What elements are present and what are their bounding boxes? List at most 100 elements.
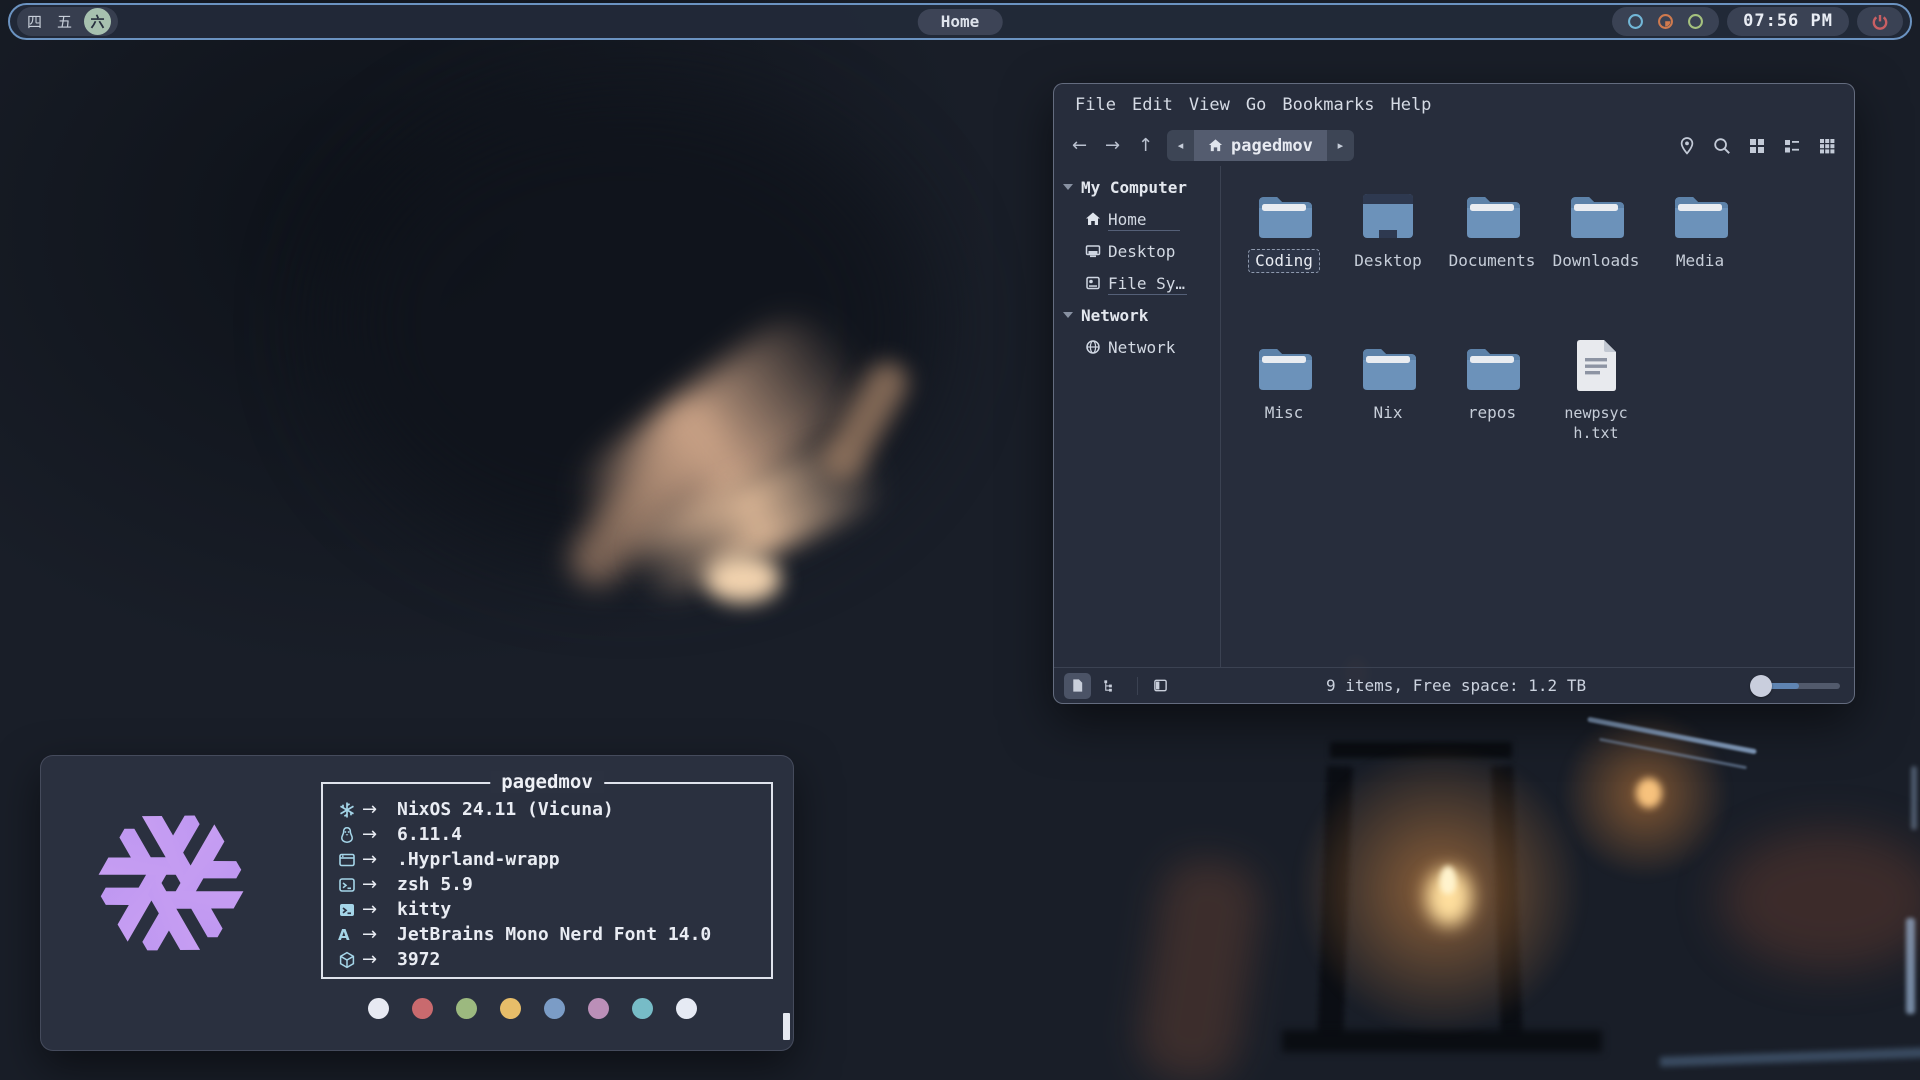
- menu-edit[interactable]: Edit: [1124, 95, 1181, 115]
- home-icon: [1208, 138, 1223, 153]
- palette-dot: [588, 998, 609, 1019]
- sidebar-section-network[interactable]: Network: [1054, 299, 1220, 331]
- fetch-row-os: → NixOS 24.11 (Vicuna): [338, 797, 771, 822]
- path-bar: ◂ pagedmov ▸: [1167, 130, 1354, 161]
- palette-dot: [412, 998, 433, 1019]
- palette-dot: [456, 998, 477, 1019]
- zoom-slider[interactable]: [1761, 683, 1840, 689]
- power-icon: [1871, 13, 1889, 31]
- arrow-icon: →: [362, 849, 397, 870]
- fetch-row-font: A → JetBrains Mono Nerd Font 14.0: [338, 922, 771, 947]
- file-item-documents[interactable]: Documents: [1440, 178, 1544, 330]
- sidebar-item-desktop[interactable]: Desktop: [1054, 235, 1220, 267]
- status-bar: 9 items, Free space: 1.2 TB: [1054, 667, 1854, 703]
- kernel-icon: [338, 826, 356, 844]
- fetch-row-shell: → zsh 5.9: [338, 872, 771, 897]
- desktop: 四 五 六 Home 07:56 PM File Edit View Go Bo…: [0, 0, 1920, 1080]
- forward-button[interactable]: →: [1096, 131, 1129, 161]
- grid-view-icon: [1747, 136, 1767, 156]
- font-icon: A: [338, 926, 362, 944]
- file-item-desktop[interactable]: Desktop: [1336, 178, 1440, 330]
- separator: [1137, 677, 1138, 695]
- fetch-row-kernel: → 6.11.4: [338, 822, 771, 847]
- palette-dot: [368, 998, 389, 1019]
- menu-help[interactable]: Help: [1382, 95, 1439, 115]
- terminal-color-palette: [368, 998, 697, 1019]
- menu-view[interactable]: View: [1181, 95, 1238, 115]
- file-item-media[interactable]: Media: [1648, 178, 1752, 330]
- fetch-info-box: pagedmov → NixOS 24.11 (Vicuna) → 6.11.4…: [321, 782, 773, 979]
- terminal-cursor: [783, 1013, 790, 1040]
- folder-icon: [1568, 192, 1624, 240]
- collapse-triangle-icon: [1063, 312, 1073, 318]
- menu-go[interactable]: Go: [1238, 95, 1274, 115]
- menu-file[interactable]: File: [1067, 95, 1124, 115]
- arrow-icon: →: [362, 924, 397, 945]
- search-icon: [1712, 136, 1732, 156]
- desktop-icon: [1085, 243, 1101, 259]
- up-button[interactable]: ↑: [1129, 131, 1162, 161]
- show-tree-button[interactable]: [1096, 673, 1123, 699]
- power-button[interactable]: [1857, 7, 1903, 36]
- folder-icon: [1672, 192, 1728, 240]
- folder-icon: [1464, 344, 1520, 392]
- places-sidebar: My Computer Home Desktop File Sy… Networ…: [1054, 166, 1221, 667]
- file-item-nix[interactable]: Nix: [1336, 330, 1440, 482]
- tree-icon: [1102, 678, 1117, 693]
- palette-dot: [544, 998, 565, 1019]
- compact-view-button[interactable]: [1782, 136, 1802, 156]
- system-tray: [1612, 7, 1719, 36]
- orange-pie-indicator-icon[interactable]: [1657, 13, 1674, 30]
- palette-dot: [500, 998, 521, 1019]
- zoom-slider-handle[interactable]: [1750, 675, 1772, 697]
- path-segment-label: pagedmov: [1231, 136, 1313, 156]
- sidebar-item-network[interactable]: Network: [1054, 331, 1220, 363]
- side-panel-icon: [1153, 678, 1168, 693]
- icon-view-button[interactable]: [1747, 136, 1767, 156]
- search-button[interactable]: [1712, 136, 1732, 156]
- workspace-5[interactable]: 五: [57, 11, 72, 32]
- back-button[interactable]: ←: [1063, 131, 1096, 161]
- file-icon-view: Coding Desktop Documents Downloads Media: [1221, 166, 1854, 667]
- path-scroll-right-icon[interactable]: ▸: [1327, 130, 1354, 161]
- toggle-panel-button[interactable]: [1147, 673, 1174, 699]
- terminal-window[interactable]: pagedmov → NixOS 24.11 (Vicuna) → 6.11.4…: [40, 755, 794, 1051]
- green-circle-indicator-icon[interactable]: [1687, 13, 1704, 30]
- sidebar-item-home[interactable]: Home: [1054, 203, 1220, 235]
- active-window-title: Home: [918, 9, 1003, 35]
- fetch-row-packages: → 3972: [338, 947, 771, 972]
- file-item-downloads[interactable]: Downloads: [1544, 178, 1648, 330]
- fetch-username: pagedmov: [490, 771, 604, 793]
- top-bar-right: 07:56 PM: [1612, 7, 1903, 36]
- file-item-coding[interactable]: Coding: [1232, 178, 1336, 330]
- folder-icon: [1464, 192, 1520, 240]
- file-item-misc[interactable]: Misc: [1232, 330, 1336, 482]
- workspace-4[interactable]: 四: [27, 11, 42, 32]
- sidebar-section-my-computer[interactable]: My Computer: [1054, 171, 1220, 203]
- blue-circle-indicator-icon[interactable]: [1627, 13, 1644, 30]
- document-icon: [1070, 678, 1085, 693]
- file-item-repos[interactable]: repos: [1440, 330, 1544, 482]
- sidebar-item-filesystem[interactable]: File Sy…: [1054, 267, 1220, 299]
- menu-bar: File Edit View Go Bookmarks Help: [1054, 84, 1854, 125]
- workspace-6-active[interactable]: 六: [84, 8, 111, 35]
- arrow-icon: →: [362, 874, 397, 895]
- menu-bookmarks[interactable]: Bookmarks: [1274, 95, 1382, 115]
- thumbnail-view-button[interactable]: [1817, 136, 1837, 156]
- arrow-icon: →: [362, 949, 397, 970]
- fetch-row-terminal: → kitty: [338, 897, 771, 922]
- clock: 07:56 PM: [1727, 7, 1849, 36]
- terminal-icon: [338, 901, 356, 919]
- palette-dot: [676, 998, 697, 1019]
- palette-dot: [632, 998, 653, 1019]
- path-scroll-left-icon[interactable]: ◂: [1167, 130, 1194, 161]
- toolbar-right: [1677, 136, 1845, 156]
- file-item-newpsych-txt[interactable]: newpsych.txt: [1544, 330, 1648, 482]
- show-places-button[interactable]: [1064, 673, 1091, 699]
- packages-icon: [338, 951, 356, 969]
- dense-grid-icon: [1817, 136, 1837, 156]
- collapse-triangle-icon: [1063, 184, 1073, 190]
- arrow-icon: →: [362, 899, 397, 920]
- path-segment-home[interactable]: pagedmov: [1194, 130, 1327, 161]
- location-pin-button[interactable]: [1677, 136, 1697, 156]
